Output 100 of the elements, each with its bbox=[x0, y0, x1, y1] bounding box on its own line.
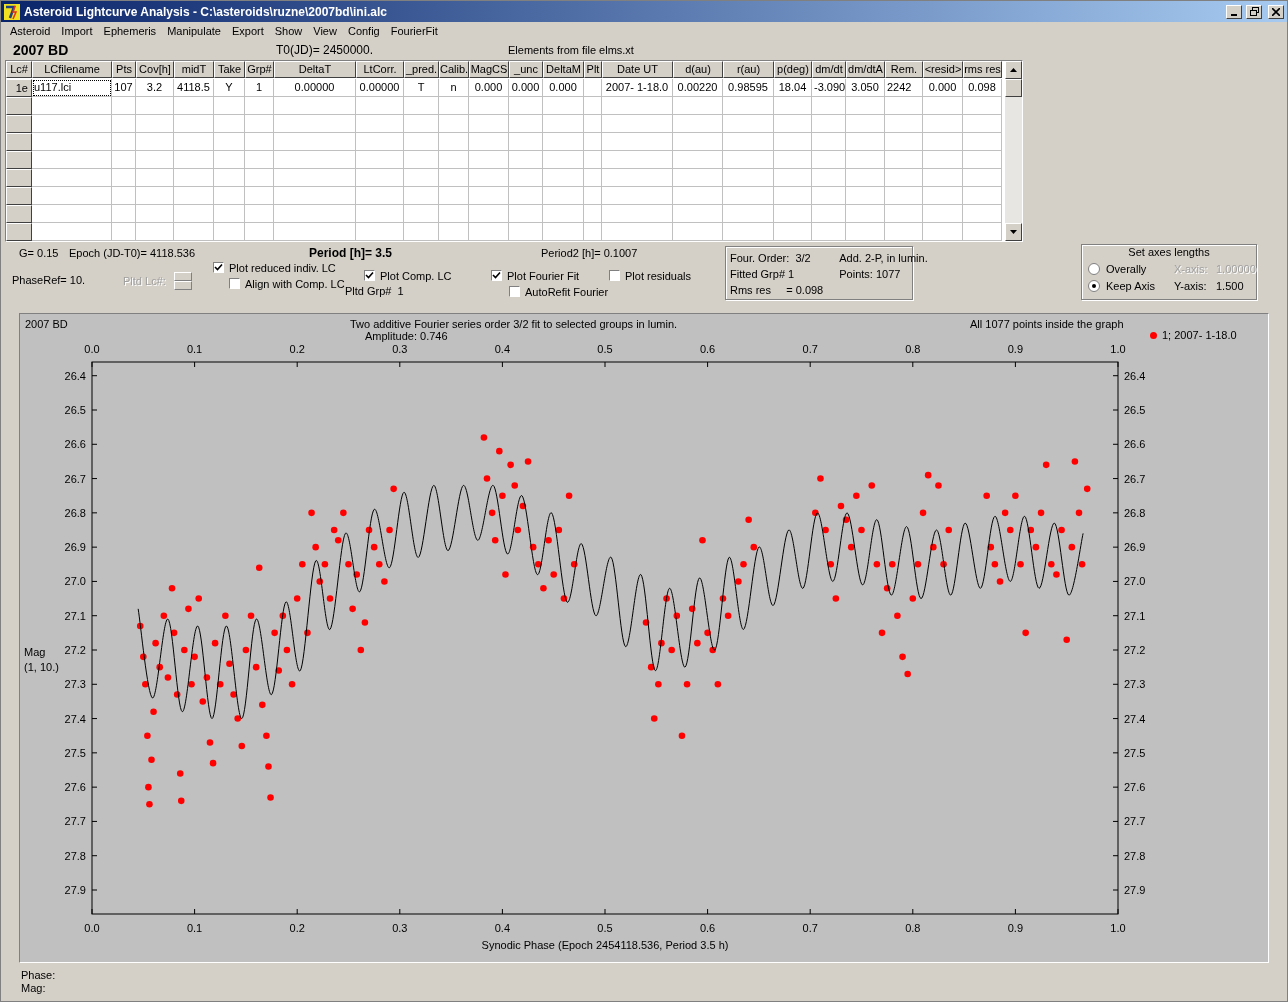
menu-item[interactable]: Manipulate bbox=[162, 25, 227, 37]
table-cell: 3.050 bbox=[846, 79, 885, 97]
column-header[interactable]: Plt bbox=[584, 61, 602, 78]
tick-label: 0.4 bbox=[494, 343, 511, 355]
tick-label: 0.3 bbox=[392, 343, 408, 355]
column-header[interactable]: DeltaM bbox=[543, 61, 584, 78]
column-header[interactable]: Pts bbox=[112, 61, 136, 78]
chart-title: Two additive Fourier series order 3/2 fit to selected groups in lumin. bbox=[350, 318, 679, 330]
mag-readout: Mag: bbox=[21, 982, 47, 994]
tick-label: 26.7 bbox=[1124, 472, 1146, 485]
checkbox-label: AutoRefit Fourier bbox=[525, 285, 609, 298]
fit-order: Four. Order: 3/2 bbox=[730, 252, 812, 264]
tick-label: 27.1 bbox=[1124, 609, 1146, 622]
table-cell: 0.00220 bbox=[673, 79, 723, 97]
tick-label: 0.7 bbox=[802, 922, 818, 934]
tick-label: 0.4 bbox=[494, 922, 511, 934]
column-header[interactable]: MagCS bbox=[469, 61, 509, 78]
table-cell: 107 bbox=[112, 79, 136, 97]
column-header[interactable]: Cov[h] bbox=[136, 61, 174, 78]
table-cell: -3.090 bbox=[812, 79, 846, 97]
tick-label: 0.8 bbox=[905, 343, 921, 355]
pltd-grp-value: Pltd Grp# 1 bbox=[345, 285, 405, 297]
tick-label: 26.6 bbox=[64, 438, 86, 451]
column-header[interactable]: LCfilename bbox=[32, 61, 112, 78]
tick-label: 27.6 bbox=[64, 781, 86, 794]
tick-label: 27.7 bbox=[1124, 815, 1146, 828]
tick-label: 1.0 bbox=[1110, 343, 1126, 355]
radio-label: Overally bbox=[1106, 262, 1148, 275]
table-cell: T bbox=[404, 79, 439, 97]
tick-label: 0.1 bbox=[186, 922, 203, 934]
menu-item[interactable]: Ephemeris bbox=[98, 25, 163, 37]
menu-item[interactable]: Show bbox=[269, 25, 309, 37]
axis-label: (1, 10.) bbox=[24, 661, 59, 673]
table-cell: 0.000 bbox=[509, 79, 543, 97]
column-header[interactable]: Grp# bbox=[245, 61, 274, 78]
column-header[interactable]: d(au) bbox=[673, 61, 723, 78]
tick-label: 0.2 bbox=[289, 922, 305, 934]
phase-ref-value: PhaseRef= 10. bbox=[12, 274, 87, 286]
menu-item[interactable]: Import bbox=[56, 25, 99, 37]
column-header[interactable]: Rem. bbox=[885, 61, 923, 78]
table-cell: 0.000 bbox=[923, 79, 963, 97]
tick-label: 27.3 bbox=[64, 678, 86, 691]
object-name: 2007 BD bbox=[13, 41, 70, 58]
tick-label: 0.9 bbox=[1007, 922, 1024, 934]
window-title: Asteroid Lightcurve Analysis - C:\asteroids\ruzne\2007bd\ini.alc bbox=[24, 4, 388, 19]
column-header[interactable]: dm/dtA bbox=[846, 61, 885, 78]
column-header[interactable]: r(au) bbox=[723, 61, 774, 78]
axis-label: Synodic Phase (Epoch 2454118.536, Period 3.5 h) bbox=[481, 939, 729, 951]
column-header[interactable]: DeltaT bbox=[274, 61, 356, 78]
column-header[interactable]: dm/dt bbox=[812, 61, 846, 78]
menu-item[interactable]: Asteroid bbox=[5, 25, 57, 37]
tick-label: 0.0 bbox=[84, 343, 100, 355]
tick-label: 27.6 bbox=[1124, 781, 1146, 794]
column-header[interactable]: _unc bbox=[509, 61, 543, 78]
tick-label: 26.5 bbox=[1124, 404, 1146, 416]
points-count: Points: 1077 bbox=[839, 268, 902, 280]
column-header[interactable]: Take bbox=[214, 61, 245, 78]
checkbox-label: Plot Comp. LC bbox=[380, 269, 452, 282]
table-cell: 3.2 bbox=[136, 79, 174, 97]
menu-item[interactable]: FourierFit bbox=[385, 25, 444, 37]
tick-label: 0.7 bbox=[802, 343, 818, 355]
tick-label: 26.6 bbox=[1124, 438, 1146, 451]
table-cell: 1 bbox=[245, 79, 274, 97]
table-cell: 0.00000 bbox=[356, 79, 404, 97]
menu-item[interactable]: View bbox=[308, 25, 343, 37]
menu-item[interactable]: Config bbox=[342, 25, 386, 37]
tick-label: 0.6 bbox=[699, 343, 716, 355]
column-header[interactable]: Lc# bbox=[6, 61, 32, 78]
checkbox-label: Plot Fourier Fit bbox=[507, 269, 580, 282]
tick-label: 27.0 bbox=[64, 575, 86, 588]
plot-object: 2007 BD bbox=[25, 318, 68, 330]
checkbox-label: Plot residuals bbox=[625, 269, 692, 282]
column-header[interactable]: Calib. bbox=[439, 61, 469, 78]
table-cell: Y bbox=[214, 79, 245, 97]
legend-label: 1; 2007- 1-18.0 bbox=[1162, 329, 1237, 341]
tick-label: 27.8 bbox=[64, 849, 86, 862]
table-cell: 18.04 bbox=[774, 79, 812, 97]
table-cell: 2007- 1-18.0 bbox=[602, 79, 673, 97]
column-header[interactable]: midT bbox=[174, 61, 214, 78]
table-cell: 0.000 bbox=[469, 79, 509, 97]
table-cell: 4118.5 bbox=[174, 79, 214, 97]
column-header[interactable]: p(deg) bbox=[774, 61, 812, 78]
epoch-value: Epoch (JD-T0)= 4118.536 bbox=[69, 247, 197, 259]
tick-label: 27.9 bbox=[1124, 884, 1146, 896]
checkbox-label: Plot reduced indiv. LC bbox=[229, 261, 336, 274]
tick-label: 0.0 bbox=[84, 922, 100, 934]
row-header[interactable]: 1e bbox=[6, 79, 32, 97]
amplitude-value: Amplitude: 0.746 bbox=[364, 330, 449, 342]
tick-label: 1.0 bbox=[1110, 922, 1126, 934]
tick-label: 27.7 bbox=[64, 815, 86, 828]
column-header[interactable]: rms res bbox=[963, 61, 1002, 78]
menu-item[interactable]: Export bbox=[226, 25, 270, 37]
column-header[interactable]: <resid> bbox=[923, 61, 963, 78]
column-header[interactable]: Date UT bbox=[602, 61, 673, 78]
tick-label: 0.2 bbox=[289, 343, 305, 355]
table-cell: n bbox=[439, 79, 469, 97]
period-value: Period [h]= 3.5 bbox=[309, 246, 394, 260]
column-header[interactable]: LtCorr. bbox=[356, 61, 404, 78]
tick-label: 26.8 bbox=[1124, 506, 1146, 519]
column-header[interactable]: _pred. bbox=[404, 61, 439, 78]
